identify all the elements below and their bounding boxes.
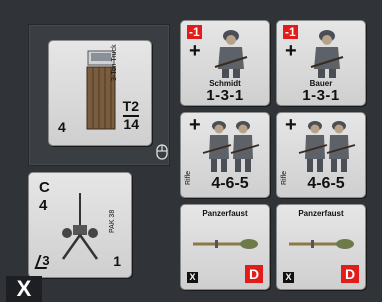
gun-range-value: 3	[42, 253, 50, 268]
pak-gun-counter[interactable]: C 4 PAK 38 3 1	[28, 172, 132, 278]
plus-icon: +	[189, 40, 201, 62]
truck-top-value: T2	[122, 98, 139, 114]
plus-icon: +	[285, 40, 297, 62]
weapon-d-badge: D	[245, 265, 263, 283]
anti-tank-gun-image	[61, 193, 99, 260]
counter-stack-panel: 3-Ton Truck T2 14 4 C 4 PAK 38 3 1 -1 +	[0, 0, 382, 302]
gun-right-value: 1	[113, 253, 121, 269]
gun-class-label: C	[39, 179, 50, 196]
leader-modifier-badge: -1	[283, 25, 298, 39]
gun-value: 4	[39, 197, 48, 214]
close-icon[interactable]: X	[6, 276, 42, 302]
truck-bottom-value: 14	[123, 115, 139, 132]
weapon-x-badge: X	[187, 272, 198, 283]
soldier-image	[214, 30, 248, 78]
truck-left-value: 4	[58, 119, 66, 135]
leader-card-bauer[interactable]: -1 + Bauer 1-3-1	[276, 20, 366, 106]
weapon-d-badge: D	[341, 265, 359, 283]
rifle-squad-card-1[interactable]: + Rifle 4-6-5	[180, 112, 270, 198]
plus-icon: +	[285, 114, 297, 136]
panzerfaust-card-1[interactable]: Panzerfaust X D	[180, 204, 270, 290]
soldier-image	[310, 30, 344, 78]
leader-stats: 1-3-1	[302, 87, 340, 104]
rifle-squad-card-2[interactable]: + Rifle 4-6-5	[276, 112, 366, 198]
squad-image	[298, 121, 356, 172]
weapon-name: Panzerfaust	[298, 209, 344, 218]
gun-type-label: PAK 38	[109, 209, 116, 233]
leader-card-schmidt[interactable]: -1 + Schmidt 1-3-1	[180, 20, 270, 106]
panzerfaust-image	[193, 239, 258, 249]
leader-stats: 1-3-1	[206, 87, 244, 104]
truck-counter[interactable]: 3-Ton Truck T2 14 4	[48, 40, 152, 146]
mouse-icon	[156, 144, 168, 160]
gun-range-box: 3	[34, 253, 52, 269]
weapon-x-badge: X	[283, 272, 294, 283]
panzerfaust-card-2[interactable]: Panzerfaust X D	[276, 204, 366, 290]
plus-icon: +	[189, 114, 201, 136]
panzerfaust-image	[289, 239, 354, 249]
squad-stats: 4-6-5	[307, 175, 345, 192]
truck-type-label: 3-Ton Truck	[111, 44, 118, 81]
squad-stats: 4-6-5	[211, 175, 249, 192]
leader-modifier-badge: -1	[187, 25, 202, 39]
weapon-name: Panzerfaust	[202, 209, 248, 218]
squad-image	[202, 121, 260, 172]
